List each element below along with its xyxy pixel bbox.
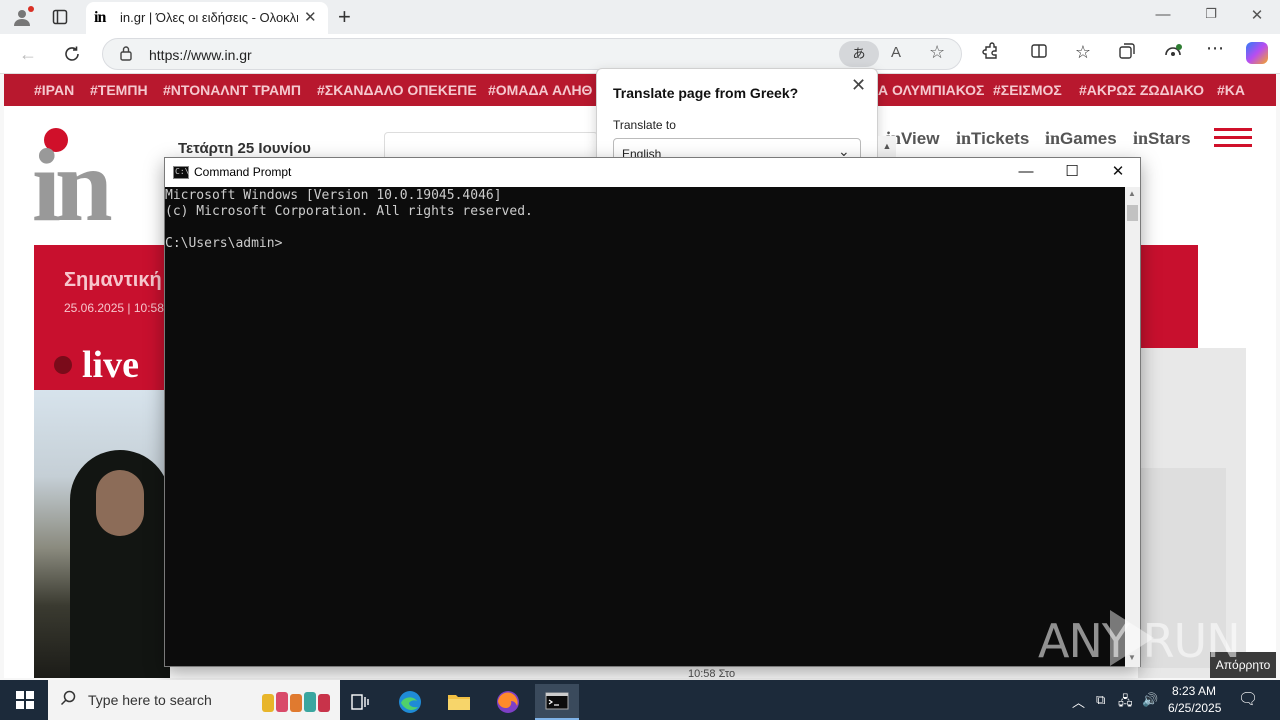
taskbar-search-box[interactable]: Type here to search (48, 680, 340, 720)
clock-time[interactable]: 8:23 AM (1172, 684, 1216, 698)
lock-icon[interactable] (119, 45, 133, 64)
nav-in-tickets[interactable]: inTickets (956, 128, 1029, 149)
hashtag-link[interactable]: #ΑΚΡΩΣ ΖΩΔΙΑΚΟ (1079, 82, 1204, 98)
tray-expand-icon[interactable]: ︿ (1072, 692, 1085, 711)
copilot-icon[interactable] (1246, 42, 1268, 64)
live-label: live (82, 344, 139, 386)
cmd-titlebar[interactable]: C:\ Command Prompt — ☐ ✕ (165, 158, 1140, 187)
site-favicon-icon: in (94, 9, 106, 26)
tab-close-icon[interactable]: ✕ (304, 8, 317, 26)
live-dot-icon (54, 356, 72, 374)
tab-title: in.gr | Όλες οι ειδήσεις - Ολοκληρωμένη (120, 10, 298, 25)
tray-device-icon[interactable]: ⧉ (1096, 692, 1105, 708)
browser-close-button[interactable]: ✕ (1242, 6, 1272, 24)
collections-icon[interactable] (1114, 42, 1140, 66)
breaking-date: 25.06.2025 | 10:58 (64, 301, 164, 315)
cmd-maximize-button[interactable]: ☐ (1049, 160, 1095, 186)
hashtag-link[interactable]: #ΣΚΑΝΔΑΛΟ ΟΠΕΚΕΠΕ (317, 82, 477, 98)
hashtag-link[interactable]: #ΝΤΟΝΑΛΝΤ ΤΡΑΜΠ (163, 82, 301, 98)
translate-title: Translate page from Greek? (613, 85, 799, 101)
browser-restore-button[interactable]: ❐ (1196, 6, 1226, 22)
hamburger-menu-line (1214, 144, 1252, 147)
anyrun-watermark: ANY RUN (1038, 614, 1241, 668)
cmd-prompt-line[interactable]: C:\Users\admin> (165, 236, 1125, 252)
cmd-close-button[interactable]: ✕ (1095, 160, 1141, 186)
file-explorer-icon[interactable] (437, 684, 481, 720)
news-ticker-text: 10:58 Στο (688, 668, 736, 678)
hashtag-link[interactable]: #ΣΕΙΣΜΟΣ (993, 82, 1062, 98)
cmd-minimize-button[interactable]: — (1003, 160, 1049, 186)
hamburger-menu-icon[interactable] (1214, 128, 1252, 131)
search-highlight-icon (262, 692, 330, 712)
translate-close-icon[interactable]: ✕ (851, 75, 866, 96)
hashtag-link[interactable]: #ΟΜΑΔΑ ΑΛΗΘ (488, 82, 592, 98)
site-logo[interactable]: in (32, 134, 113, 238)
search-icon (60, 690, 76, 711)
hamburger-menu-line (1214, 136, 1252, 139)
tab-in-gr[interactable]: in in.gr | Όλες οι ειδήσεις - Ολοκληρωμέ… (86, 2, 328, 34)
hashtag-link[interactable]: #ΚΑ (1217, 82, 1245, 98)
volume-icon[interactable]: 🔊 (1142, 692, 1158, 708)
clock-date[interactable]: 6/25/2025 (1168, 701, 1221, 715)
browser-essentials-icon[interactable] (1160, 42, 1186, 66)
address-bar[interactable]: https://www.in.gr あ A ☆ (102, 38, 962, 70)
popup-scroll-up-icon[interactable]: ▲ (878, 136, 896, 158)
refresh-button[interactable] (60, 42, 84, 66)
cmd-taskbar-icon[interactable] (535, 684, 579, 720)
desktop-screen: in in.gr | Όλες οι ειδήσεις - Ολοκληρωμέ… (0, 0, 1280, 720)
news-photo[interactable] (34, 390, 170, 678)
url-text[interactable]: https://www.in.gr (149, 47, 252, 63)
live-badge[interactable]: live (34, 339, 166, 391)
cmd-scrollbar[interactable]: ▲ ▼ (1125, 187, 1140, 667)
cmd-console[interactable]: Microsoft Windows [Version 10.0.19045.40… (165, 187, 1125, 667)
command-prompt-window[interactable]: C:\ Command Prompt — ☐ ✕ Microsoft Windo… (164, 157, 1141, 667)
scroll-thumb[interactable] (1127, 205, 1138, 221)
cmd-line (165, 220, 1125, 236)
read-aloud-icon[interactable]: A (891, 44, 901, 61)
firefox-icon[interactable] (486, 684, 530, 720)
site-date: Τετάρτη 25 Ιουνίου (178, 140, 311, 157)
back-button[interactable]: ← (16, 42, 40, 66)
task-view-icon[interactable] (338, 684, 382, 720)
cmd-line: Microsoft Windows [Version 10.0.19045.40… (165, 188, 502, 203)
nav-in-stars[interactable]: inStars (1133, 128, 1191, 149)
photo-face (96, 470, 144, 536)
browser-titlebar: in in.gr | Όλες οι ειδήσεις - Ολοκληρωμέ… (0, 0, 1280, 34)
translate-icon[interactable]: あ (839, 41, 879, 67)
hashtag-link[interactable]: Α ΟΛΥΜΠΙΑΚΟΣ (878, 82, 984, 98)
hashtag-link[interactable]: #ΤΕΜΠΗ (90, 82, 148, 98)
cmd-title: Command Prompt (194, 165, 292, 179)
browser-minimize-button[interactable]: — (1148, 6, 1178, 23)
windows-taskbar: Type here to search ︿ ⧉ 🖧 🔊 8:23 AM 6/25… (0, 680, 1280, 720)
extensions-icon[interactable] (978, 42, 1004, 66)
more-menu-icon[interactable]: ⋯ (1202, 38, 1228, 62)
scroll-up-icon[interactable]: ▲ (1128, 189, 1136, 198)
cmd-app-icon: C:\ (173, 166, 189, 179)
breaking-headline[interactable]: Σημαντική (64, 269, 162, 292)
split-screen-icon[interactable] (1026, 42, 1052, 66)
favorite-star-icon[interactable]: ☆ (929, 42, 945, 63)
translate-popup: Translate page from Greek? ✕ Translate t… (596, 68, 878, 166)
favorites-icon[interactable]: ☆ (1070, 42, 1096, 66)
tab-actions-icon[interactable] (48, 5, 72, 29)
notification-center-icon[interactable]: 🗨 (1238, 689, 1258, 709)
profile-notification-dot (28, 6, 34, 12)
network-icon[interactable]: 🖧 (1118, 692, 1133, 714)
hashtag-link[interactable]: #ΙΡΑΝ (34, 82, 74, 98)
new-tab-button[interactable]: + (338, 4, 351, 30)
nav-in-games[interactable]: inGames (1045, 128, 1117, 149)
taskbar-search-placeholder: Type here to search (88, 692, 212, 708)
windows-start-icon[interactable] (16, 691, 34, 709)
translate-to-label: Translate to (613, 118, 676, 132)
cmd-line: (c) Microsoft Corporation. All rights re… (165, 204, 533, 219)
edge-taskbar-icon[interactable] (388, 684, 432, 720)
